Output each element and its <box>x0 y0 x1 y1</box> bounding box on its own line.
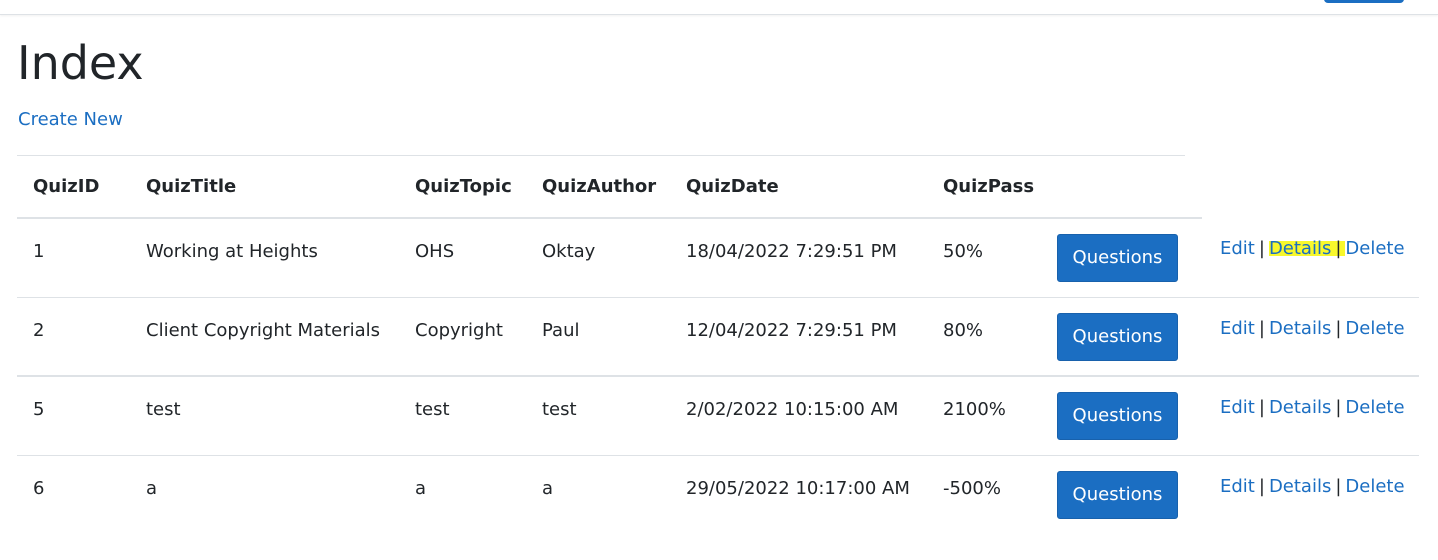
header-actions-blank <box>1202 156 1419 218</box>
separator: | <box>1335 317 1342 339</box>
header-quiz-pass: QuizPass <box>927 156 1043 219</box>
separator: | <box>1335 397 1342 418</box>
cell-quiz-pass: 80% <box>927 296 1043 376</box>
table-body: 1 Working at Heights OHS Oktay 18/04/202… <box>17 218 1419 534</box>
table-row: 5 test test test 2/02/2022 10:15:00 AM 2… <box>17 375 1419 455</box>
cell-actions: Edit | Details | Delete <box>1202 218 1419 297</box>
separator: | <box>1258 317 1265 339</box>
cell-quiz-date: 29/05/2022 10:17:00 AM <box>670 454 927 534</box>
edit-link[interactable]: Edit <box>1220 476 1255 497</box>
create-new-link[interactable]: Create New <box>18 109 123 130</box>
questions-button[interactable]: Questions <box>1057 470 1178 519</box>
cell-quiz-title: Client Copyright Materials <box>130 296 399 376</box>
header-questions-blank <box>1043 156 1202 219</box>
cell-quiz-pass: -500% <box>927 454 1043 534</box>
separator: | <box>1258 397 1265 418</box>
cell-quiz-date: 2/02/2022 10:15:00 AM <box>670 375 927 455</box>
cell-questions: Questions <box>1043 296 1202 376</box>
cell-quiz-date: 18/04/2022 7:29:51 PM <box>686 241 897 262</box>
header-quiz-date: QuizDate <box>670 156 927 219</box>
details-link[interactable]: Details <box>1269 318 1331 339</box>
cell-quiz-id: 1 <box>33 241 45 262</box>
edit-link[interactable]: Edit <box>1220 318 1255 339</box>
edit-link[interactable]: Edit <box>1220 397 1255 418</box>
edit-link[interactable]: Edit <box>1220 238 1255 259</box>
cell-quiz-date: 12/04/2022 7:29:51 PM <box>670 296 927 376</box>
cell-quiz-title: Working at Heights <box>146 241 318 262</box>
cell-questions: Questions <box>1043 375 1202 455</box>
header-quiz-id: QuizID <box>17 156 130 219</box>
separator: | <box>1331 238 1346 259</box>
cell-quiz-author: test <box>526 375 670 455</box>
table-row: 6 a a a 29/05/2022 10:17:00 AM -500% Que… <box>17 454 1419 534</box>
table-row: 2 Client Copyright Materials Copyright P… <box>17 296 1419 376</box>
cell-questions: Questions <box>1043 218 1202 297</box>
separator: | <box>1258 475 1265 497</box>
cell-quiz-topic: Copyright <box>399 296 526 376</box>
questions-button[interactable]: Questions <box>1057 392 1178 440</box>
header-quiz-topic: QuizTopic <box>399 156 526 219</box>
cell-actions: Edit | Details | Delete <box>1202 454 1419 534</box>
cell-quiz-author: Paul <box>526 296 670 376</box>
separator: | <box>1335 475 1342 497</box>
cell-quiz-topic: a <box>399 454 526 534</box>
details-link[interactable]: Details <box>1269 397 1331 418</box>
cell-actions: Edit | Details | Delete <box>1202 296 1419 376</box>
header-quiz-title: QuizTitle <box>130 156 399 219</box>
cell-quiz-title: a <box>130 454 399 534</box>
navbar-button[interactable] <box>1324 0 1404 3</box>
details-link[interactable]: Details <box>1269 476 1331 497</box>
cell-quiz-author: a <box>526 454 670 534</box>
delete-link[interactable]: Delete <box>1345 238 1404 259</box>
cell-quiz-pass: 50% <box>943 241 984 262</box>
cell-quiz-title: test <box>130 375 399 455</box>
separator: | <box>1258 238 1265 259</box>
cell-quiz-topic: OHS <box>415 241 455 262</box>
cell-quiz-id: 2 <box>17 296 130 376</box>
table-header: QuizID QuizTitle QuizTopic QuizAuthor Qu… <box>17 156 1419 219</box>
header-quiz-author: QuizAuthor <box>526 156 670 219</box>
page-title: Index <box>17 36 144 90</box>
details-link[interactable]: Details <box>1268 238 1332 259</box>
cell-quiz-id: 5 <box>17 375 130 455</box>
cell-quiz-pass: 2100% <box>927 375 1043 455</box>
delete-link[interactable]: Delete <box>1345 476 1404 497</box>
cell-quiz-id: 6 <box>17 454 130 534</box>
cell-questions: Questions <box>1043 454 1202 534</box>
cell-quiz-topic: test <box>399 375 526 455</box>
top-navbar <box>0 0 1438 15</box>
delete-link[interactable]: Delete <box>1345 397 1404 418</box>
delete-link[interactable]: Delete <box>1345 318 1404 339</box>
table-header-row: QuizID QuizTitle QuizTopic QuizAuthor Qu… <box>17 156 1419 219</box>
questions-button[interactable]: Questions <box>1057 234 1178 282</box>
quiz-table: QuizID QuizTitle QuizTopic QuizAuthor Qu… <box>17 156 1419 534</box>
cell-quiz-author: Oktay <box>542 241 596 262</box>
table-row: 1 Working at Heights OHS Oktay 18/04/202… <box>17 218 1419 297</box>
cell-actions: Edit | Details | Delete <box>1202 375 1419 455</box>
questions-button[interactable]: Questions <box>1057 312 1178 361</box>
